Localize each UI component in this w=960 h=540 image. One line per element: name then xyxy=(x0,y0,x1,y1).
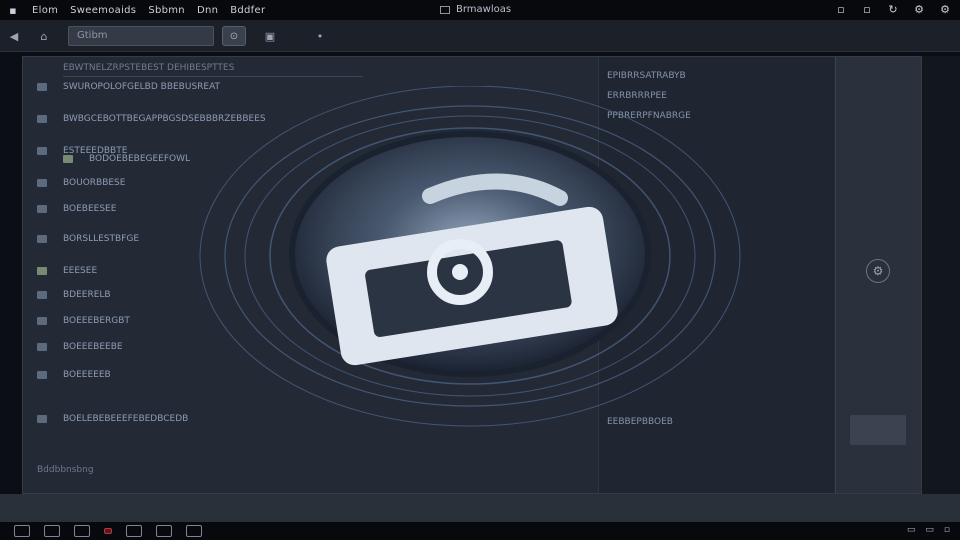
taskbar: ▭ ▭ ▫ xyxy=(0,522,960,540)
taskbar-app-icon[interactable] xyxy=(74,525,90,537)
main-window: EBWTNELZRPSTEBEST DEHIBESPTTES SWUROPOLO… xyxy=(22,56,922,494)
side-action-button[interactable] xyxy=(850,415,906,445)
settings-icon[interactable]: ⚙ xyxy=(912,2,926,16)
toolbar: ◀ ⌂ Gtibm ⊙ ▣ • xyxy=(0,20,960,52)
folder-icon xyxy=(63,155,73,163)
menu-item-3[interactable]: Dnn xyxy=(197,5,218,16)
list-item[interactable]: BOEEEBEEBE xyxy=(37,339,123,355)
system-controls: ▫ ▫ ↻ ⚙ ⚙ xyxy=(834,2,952,16)
file-icon xyxy=(37,147,47,155)
bottom-panel xyxy=(0,494,960,522)
status-text: Bddbbnsbng xyxy=(37,465,94,475)
detail-line: PPBRERPFNABRGE xyxy=(607,111,691,121)
file-icon xyxy=(37,291,47,299)
address-field[interactable]: Gtibm xyxy=(68,26,214,46)
taskbar-app-icon[interactable] xyxy=(126,525,142,537)
home-icon[interactable]: ⌂ xyxy=(36,28,52,44)
detail-line: EEBBEPBBOEB xyxy=(607,417,673,427)
list-item[interactable]: BOEBEESEE xyxy=(37,201,116,217)
file-icon xyxy=(37,343,47,351)
file-icon xyxy=(37,235,47,243)
back-icon[interactable]: ◀ xyxy=(6,28,22,44)
gear-icon[interactable]: ⚙ xyxy=(866,259,890,283)
file-icon xyxy=(37,371,47,379)
list-item[interactable]: BORSLLESTBFGE xyxy=(37,231,139,247)
minimize-icon[interactable]: ▫ xyxy=(834,2,848,16)
window-icon xyxy=(440,5,450,14)
file-icon xyxy=(37,179,47,187)
bullet-icon[interactable]: • xyxy=(312,28,328,44)
list-item-label: BOEEEBERGBT xyxy=(63,316,130,326)
list-item-label: BOELEBEBEEEFEBEDBCEDB xyxy=(63,414,189,424)
menu-item-2[interactable]: Sbbmn xyxy=(148,5,185,16)
system-tray: ▭ ▭ ▫ xyxy=(907,525,950,535)
list-item[interactable]: BOEEEBERGBT xyxy=(37,313,130,329)
taskbar-app-icon[interactable] xyxy=(186,525,202,537)
search-button[interactable]: ⊙ xyxy=(222,26,246,46)
list-item[interactable]: EEESEE xyxy=(37,263,97,279)
file-icon xyxy=(37,83,47,91)
record-icon[interactable] xyxy=(104,528,112,534)
detail-line: ERRBRRRPEE xyxy=(607,91,667,101)
restore-icon[interactable]: ▫ xyxy=(860,2,874,16)
view-icon[interactable]: ▣ xyxy=(262,28,278,44)
folder-icon xyxy=(37,267,47,275)
list-item-label: EEESEE xyxy=(63,266,98,276)
list-item-label: BODOEBEBEGEEFOWL xyxy=(89,154,191,164)
list-item[interactable]: BOEEEEEB xyxy=(37,367,111,383)
power-icon[interactable]: ⚙ xyxy=(938,2,952,16)
menu-item-1[interactable]: Sweemoaids xyxy=(70,5,136,16)
list-item[interactable]: BOELEBEBEEEFEBEDBCEDB xyxy=(37,411,188,427)
menu-item-4[interactable]: Bddfer xyxy=(230,5,265,16)
list-item-label: BWBGCEBOTTBEGAPPBGSDSEBBBRZEBBEES xyxy=(63,114,266,124)
list-item[interactable]: BWBGCEBOTTBEGAPPBGSDSEBBBRZEBBEES xyxy=(37,111,266,127)
file-icon xyxy=(37,415,47,423)
list-item-label: BOEEEBEEBE xyxy=(63,342,123,352)
list-item-label: BOUORBBESE xyxy=(63,178,126,188)
list-item-label: SWUROPOLOFGELBD BBEBUSREAT xyxy=(63,82,221,92)
list-item-label: BOEEEEEB xyxy=(63,370,111,380)
window-title: Brmawloas xyxy=(456,4,512,15)
scrollbar[interactable] xyxy=(922,56,960,494)
tray-icon[interactable]: ▭ xyxy=(907,525,916,535)
start-icon[interactable] xyxy=(14,525,30,537)
list-item-label: BORSLLESTBFGE xyxy=(63,234,140,244)
file-icon xyxy=(37,205,47,213)
list-item[interactable]: BOUORBBESE xyxy=(37,175,125,191)
list-item[interactable]: BDEERELB xyxy=(37,287,111,303)
file-icon xyxy=(37,317,47,325)
list-item-label: BOEBEESEE xyxy=(63,204,117,214)
app-menu-icon[interactable]: ▪ xyxy=(6,3,20,17)
window-title-area: Brmawloas xyxy=(440,4,511,15)
file-list-pane: EBWTNELZRPSTEBEST DEHIBESPTTES SWUROPOLO… xyxy=(23,57,598,493)
tray-icon[interactable]: ▫ xyxy=(944,525,950,535)
taskbar-app-icon[interactable] xyxy=(44,525,60,537)
list-header: EBWTNELZRPSTEBEST DEHIBESPTTES xyxy=(63,63,363,77)
detail-pane: EPIBRRSATRABYB ERRBRRRPEE PPBRERPFNABRGE… xyxy=(598,57,834,493)
tray-icon[interactable]: ▭ xyxy=(925,525,934,535)
refresh-icon[interactable]: ↻ xyxy=(886,2,900,16)
menu-item-0[interactable]: Elom xyxy=(32,5,58,16)
list-item[interactable]: SWUROPOLOFGELBD BBEBUSREAT xyxy=(37,79,220,95)
menu-bar: ▪ Elom Sweemoaids Sbbmn Dnn Bddfer Brmaw… xyxy=(0,0,960,20)
side-pane: ⚙ xyxy=(835,57,921,493)
taskbar-app-icon[interactable] xyxy=(156,525,172,537)
detail-line: EPIBRRSATRABYB xyxy=(607,71,686,81)
file-icon xyxy=(37,115,47,123)
menu-list: ▪ Elom Sweemoaids Sbbmn Dnn Bddfer xyxy=(0,3,265,17)
list-item-label: BDEERELB xyxy=(63,290,111,300)
list-item[interactable]: BODOEBEBEGEEFOWL xyxy=(63,151,190,167)
